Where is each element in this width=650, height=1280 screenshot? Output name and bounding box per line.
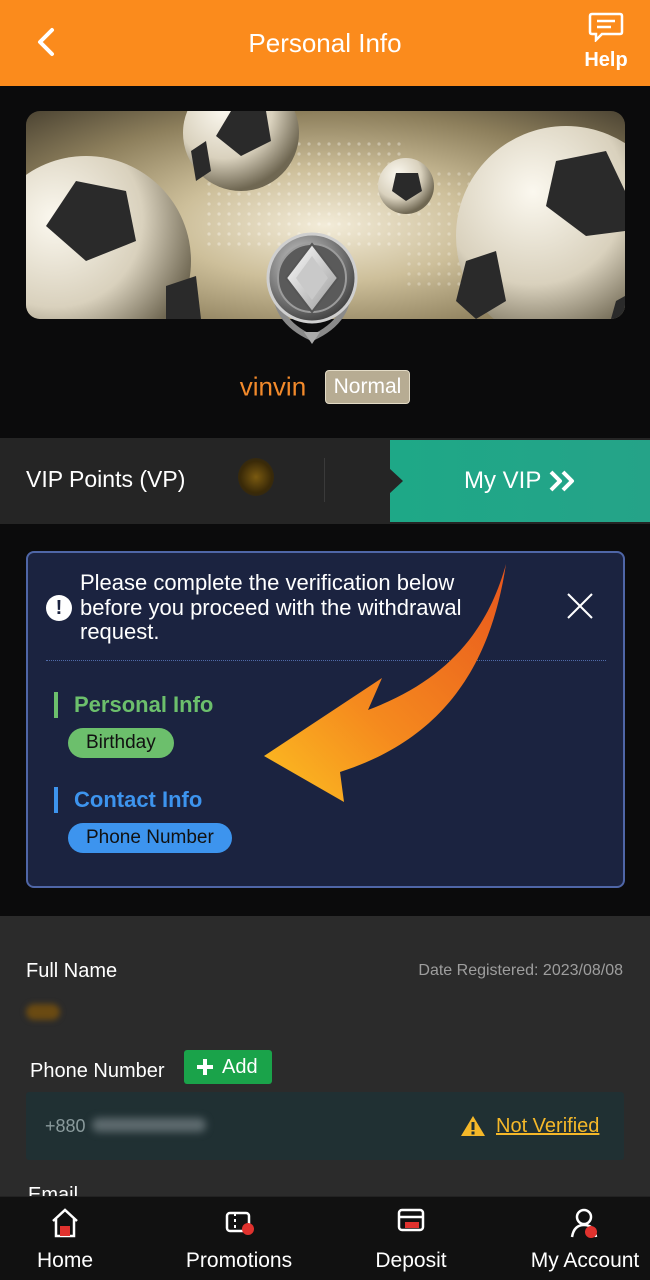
plus-icon <box>197 1059 213 1075</box>
page-title: Personal Info <box>248 28 402 58</box>
tier-emblem <box>266 220 358 346</box>
not-verified-link[interactable]: Not Verified <box>496 1092 599 1160</box>
help-button[interactable]: Help <box>582 12 630 74</box>
my-vip-label: My VIP <box>464 467 542 494</box>
nav-item-promotions[interactable]: Promotions <box>170 1197 308 1280</box>
chat-bubble-icon <box>588 12 624 44</box>
section-bar-personal <box>54 692 58 718</box>
nav-label-my-account: My Account <box>530 1249 640 1272</box>
vip-points-value-blurred <box>238 458 274 496</box>
deposit-icon <box>397 1208 425 1232</box>
close-button[interactable] <box>565 591 595 621</box>
verification-message: Please complete the verification below b… <box>80 570 462 644</box>
my-vip-notch <box>389 468 403 494</box>
username: vinvin <box>239 371 307 402</box>
vip-points-label: VIP Points (VP) <box>26 466 186 492</box>
bottom-nav: Home Promotions Deposit My Account <box>0 1196 650 1280</box>
phone-number-field[interactable]: +880 Not Verified <box>26 1092 624 1160</box>
vip-divider <box>324 458 325 502</box>
double-chevron-right-icon <box>549 470 574 492</box>
account-icon <box>570 1208 598 1238</box>
phone-number-chip[interactable]: Phone Number <box>68 823 232 853</box>
help-label: Help <box>584 49 628 71</box>
add-phone-button[interactable]: Add <box>184 1050 272 1084</box>
nav-label-deposit: Deposit <box>375 1249 447 1272</box>
ball-left <box>26 156 201 319</box>
section-bar-contact <box>54 787 58 813</box>
phone-number-label: Phone Number <box>30 1060 165 1082</box>
top-bar: Personal Info Help <box>0 0 650 86</box>
close-icon <box>567 593 593 619</box>
ball-small <box>378 158 434 214</box>
promotions-icon <box>225 1211 254 1235</box>
user-row: vinvin Normal <box>0 370 650 412</box>
divider <box>46 660 606 661</box>
exclamation-icon: ! <box>46 595 72 621</box>
nav-label-promotions: Promotions <box>185 1249 293 1272</box>
silver-diamond-emblem-icon <box>266 232 358 344</box>
nav-item-my-account[interactable]: My Account <box>520 1197 650 1280</box>
verification-card: ! Please complete the verification below… <box>26 551 625 888</box>
nav-item-deposit[interactable]: Deposit <box>346 1197 476 1280</box>
phone-value-blurred <box>92 1118 206 1132</box>
nav-label-home: Home <box>36 1249 94 1272</box>
home-icon <box>52 1208 78 1238</box>
ball-right <box>456 126 625 319</box>
full-name-value-blurred <box>26 1004 60 1020</box>
nav-item-home[interactable]: Home <box>0 1197 130 1280</box>
section-title-personal-info: Personal Info <box>74 692 214 717</box>
add-label: Add <box>222 1056 258 1078</box>
tier-badge: Normal <box>324 370 411 404</box>
section-title-contact-info: Contact Info <box>74 787 203 812</box>
phone-prefix: +880 <box>45 1116 86 1136</box>
my-vip-button[interactable]: My VIP <box>389 440 650 522</box>
warning-icon <box>461 1116 485 1136</box>
birthday-chip[interactable]: Birthday <box>68 728 174 758</box>
full-name-label: Full Name <box>26 960 118 982</box>
date-registered: Date Registered: 2023/08/08 <box>418 962 623 979</box>
